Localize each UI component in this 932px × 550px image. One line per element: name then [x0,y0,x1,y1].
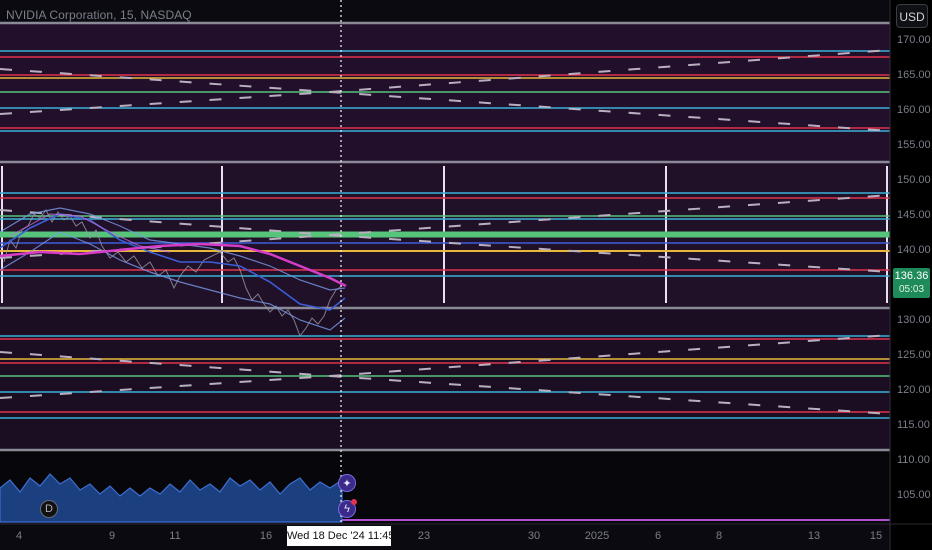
crosshair-time-label: Wed 18 Dec '24 11:45 [287,526,395,546]
price-axis-label: 160.00 [897,104,931,116]
time-axis-label: 9 [108,530,116,542]
time-axis-label: 2025 [584,530,610,542]
price-axis-label: 125.00 [897,349,931,361]
price-axis-label: 150.00 [897,174,931,186]
time-axis-label: 16 [259,530,273,542]
notification-dot-icon [351,499,357,505]
time-axis-label: 6 [654,530,662,542]
bar-countdown: 05:03 [898,284,925,295]
price-axis-label: 120.00 [897,384,931,396]
dividends-marker-label: D [45,503,53,515]
time-axis-label: 30 [527,530,541,542]
price-axis-label: 165.00 [897,69,931,81]
time-axis-label: 23 [417,530,431,542]
time-axis-label: 13 [807,530,821,542]
dividends-marker[interactable]: D [40,500,58,518]
time-axis-label: 4 [15,530,23,542]
time-axis-label: 8 [715,530,723,542]
price-axis-label: 155.00 [897,139,931,151]
time-axis-label: 15 [869,530,883,542]
last-price-tag: 136.36 05:03 [893,268,930,298]
currency-button[interactable]: USD [896,4,928,28]
price-axis-label: 105.00 [897,489,931,501]
last-price-value: 136.36 [894,270,929,282]
price-axis-label: 130.00 [897,314,931,326]
price-axis-label: 140.00 [897,244,931,256]
sparkle-icon[interactable]: ✦ [338,474,356,492]
price-axis-label: 145.00 [897,209,931,221]
symbol-title: NVIDIA Corporation, 15, NASDAQ [6,8,192,22]
price-axis-label: 170.00 [897,34,931,46]
time-axis-label: 11 [169,530,181,542]
price-chart[interactable] [0,0,932,550]
price-axis-label: 110.00 [897,454,930,466]
price-axis-label: 115.00 [897,419,930,431]
lightning-icon[interactable]: ϟ [338,499,357,518]
